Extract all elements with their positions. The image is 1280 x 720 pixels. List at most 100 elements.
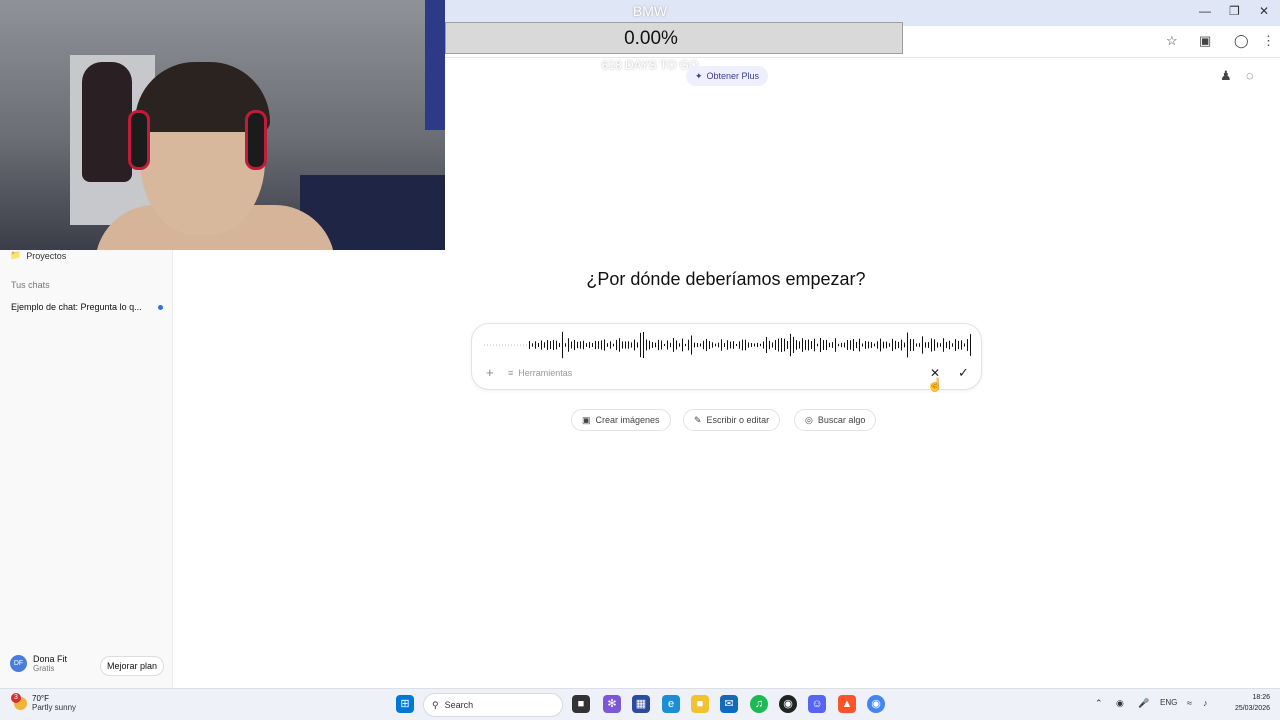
volume-icon[interactable]: ♪ xyxy=(1203,698,1208,708)
waveform-bar xyxy=(667,340,668,350)
weather-temp: 70°F xyxy=(32,694,49,703)
file-explorer-icon[interactable]: ■ xyxy=(691,695,709,713)
waveform-bar xyxy=(874,343,875,347)
waveform-bar xyxy=(577,341,578,349)
waveform-bar xyxy=(673,338,674,352)
prompt-composer[interactable]: + ≡ Herramientas ✕ ✓ xyxy=(471,323,982,390)
waveform-bar xyxy=(958,340,959,350)
waveform-bar xyxy=(568,338,569,352)
waveform-bar xyxy=(757,342,758,348)
waveform-bar xyxy=(778,338,779,352)
minimize-icon[interactable]: — xyxy=(1199,4,1211,18)
suggestion-search[interactable]: ◎ Buscar algo xyxy=(794,409,877,431)
waveform-bar xyxy=(484,344,485,346)
chrome-icon[interactable]: ◉ xyxy=(867,695,885,713)
waveform-bar xyxy=(865,341,866,349)
waveform-bar xyxy=(781,338,782,352)
wifi-icon[interactable]: ≈ xyxy=(1187,698,1192,708)
waveform-bar xyxy=(871,342,872,348)
waveform-bar xyxy=(922,336,923,354)
store-icon[interactable]: ▦ xyxy=(632,695,650,713)
task-view-icon[interactable]: ■ xyxy=(572,695,590,713)
suggestion-create-images[interactable]: ▣ Crear imágenes xyxy=(571,409,671,431)
waveform-bar xyxy=(868,341,869,349)
taskbar-search[interactable]: ⚲ Search xyxy=(423,693,563,717)
brave-icon[interactable]: ▲ xyxy=(838,695,856,713)
waveform-bar xyxy=(727,340,728,350)
tray-app-icon[interactable]: ◉ xyxy=(1116,698,1124,709)
waveform-bar xyxy=(700,343,701,347)
star-icon[interactable]: ☆ xyxy=(1166,33,1178,49)
waveform-bar xyxy=(697,342,698,348)
waveform-bar xyxy=(508,344,509,346)
waveform-bar xyxy=(496,344,497,346)
confirm-dictation-icon[interactable]: ✓ xyxy=(958,365,969,381)
spotify-icon[interactable]: ♫ xyxy=(750,695,768,713)
profile-icon[interactable]: ◯ xyxy=(1234,33,1249,49)
tray-overflow-icon[interactable]: ⌃ xyxy=(1095,698,1103,709)
system-clock[interactable]: 18:26 25/03/2026 xyxy=(1222,692,1270,714)
waveform-bar xyxy=(571,341,572,349)
language-indicator[interactable]: ENG xyxy=(1160,698,1177,707)
waveform-bar xyxy=(499,344,500,346)
waveform-bar xyxy=(859,338,860,352)
extension-icon[interactable]: ▣ xyxy=(1199,33,1211,49)
waveform-bar xyxy=(940,343,941,347)
waveform-bar xyxy=(595,340,596,350)
waveform-bar xyxy=(670,342,671,348)
edge-icon[interactable]: e xyxy=(662,695,680,713)
waveform-bar xyxy=(880,338,881,352)
waveform-bar xyxy=(970,334,971,356)
add-person-icon[interactable]: ♟ xyxy=(1220,68,1232,84)
weather-widget[interactable]: 3 70°F Partly sunny xyxy=(11,692,76,712)
waveform-bar xyxy=(898,341,899,349)
waveform-bar xyxy=(949,340,950,350)
projects-label: Proyectos xyxy=(26,250,67,261)
waveform-bar xyxy=(604,339,605,351)
waveform-bar xyxy=(877,341,878,349)
pencil-icon: ✎ xyxy=(694,414,702,425)
sun-icon: 3 xyxy=(11,692,27,710)
waveform-bar xyxy=(916,343,917,347)
waveform-bar xyxy=(529,341,530,349)
waveform-bar xyxy=(967,339,968,351)
waveform-bar xyxy=(640,332,641,358)
copilot-icon[interactable]: ✻ xyxy=(603,695,621,713)
waveform-bar xyxy=(691,335,692,355)
waveform-bar xyxy=(490,344,491,346)
waveform-bar xyxy=(493,344,494,346)
waveform-bar xyxy=(856,341,857,349)
temporary-chat-icon[interactable]: ◌ xyxy=(1246,68,1254,83)
tools-button[interactable]: ≡ Herramientas xyxy=(508,368,572,378)
waveform-bar xyxy=(601,340,602,350)
get-plus-button[interactable]: ✦ Obtener Plus xyxy=(686,66,768,86)
chat-list-item[interactable]: Ejemplo de chat: Pregunta lo q... xyxy=(11,302,163,312)
outlook-icon[interactable]: ✉ xyxy=(720,695,738,713)
add-attachment-icon[interactable]: + xyxy=(486,365,494,380)
waveform-bar xyxy=(631,342,632,348)
upgrade-plan-button[interactable]: Mejorar plan xyxy=(100,656,164,676)
waveform-bar xyxy=(616,339,617,351)
user-profile[interactable]: DF Dona Fit Gratis xyxy=(10,654,67,673)
notification-badge: 3 xyxy=(11,692,21,703)
steam-icon[interactable]: ◉ xyxy=(779,695,797,713)
start-icon[interactable]: ⊞ xyxy=(396,695,414,713)
waveform-bar xyxy=(730,341,731,349)
sidebar-item-projects[interactable]: 📁 Proyectos xyxy=(10,250,66,261)
audio-waveform xyxy=(484,331,971,359)
restore-icon[interactable]: ❐ xyxy=(1229,4,1240,18)
kebab-menu-icon[interactable]: ⋮ xyxy=(1262,33,1275,49)
waveform-bar xyxy=(637,342,638,348)
waveform-bar xyxy=(682,338,683,352)
waveform-bar xyxy=(910,339,911,351)
waveform-bar xyxy=(592,342,593,348)
waveform-bar xyxy=(532,343,533,347)
suggestion-write-edit[interactable]: ✎ Escribir o editar xyxy=(683,409,781,431)
webcam-coats xyxy=(82,62,132,182)
close-window-icon[interactable]: ✕ xyxy=(1259,4,1269,18)
microphone-icon[interactable]: 🎤 xyxy=(1138,698,1149,709)
discord-icon[interactable]: ☺ xyxy=(808,695,826,713)
chats-heading: Tus chats xyxy=(11,280,50,290)
waveform-bar xyxy=(634,339,635,351)
waveform-bar xyxy=(808,339,809,351)
